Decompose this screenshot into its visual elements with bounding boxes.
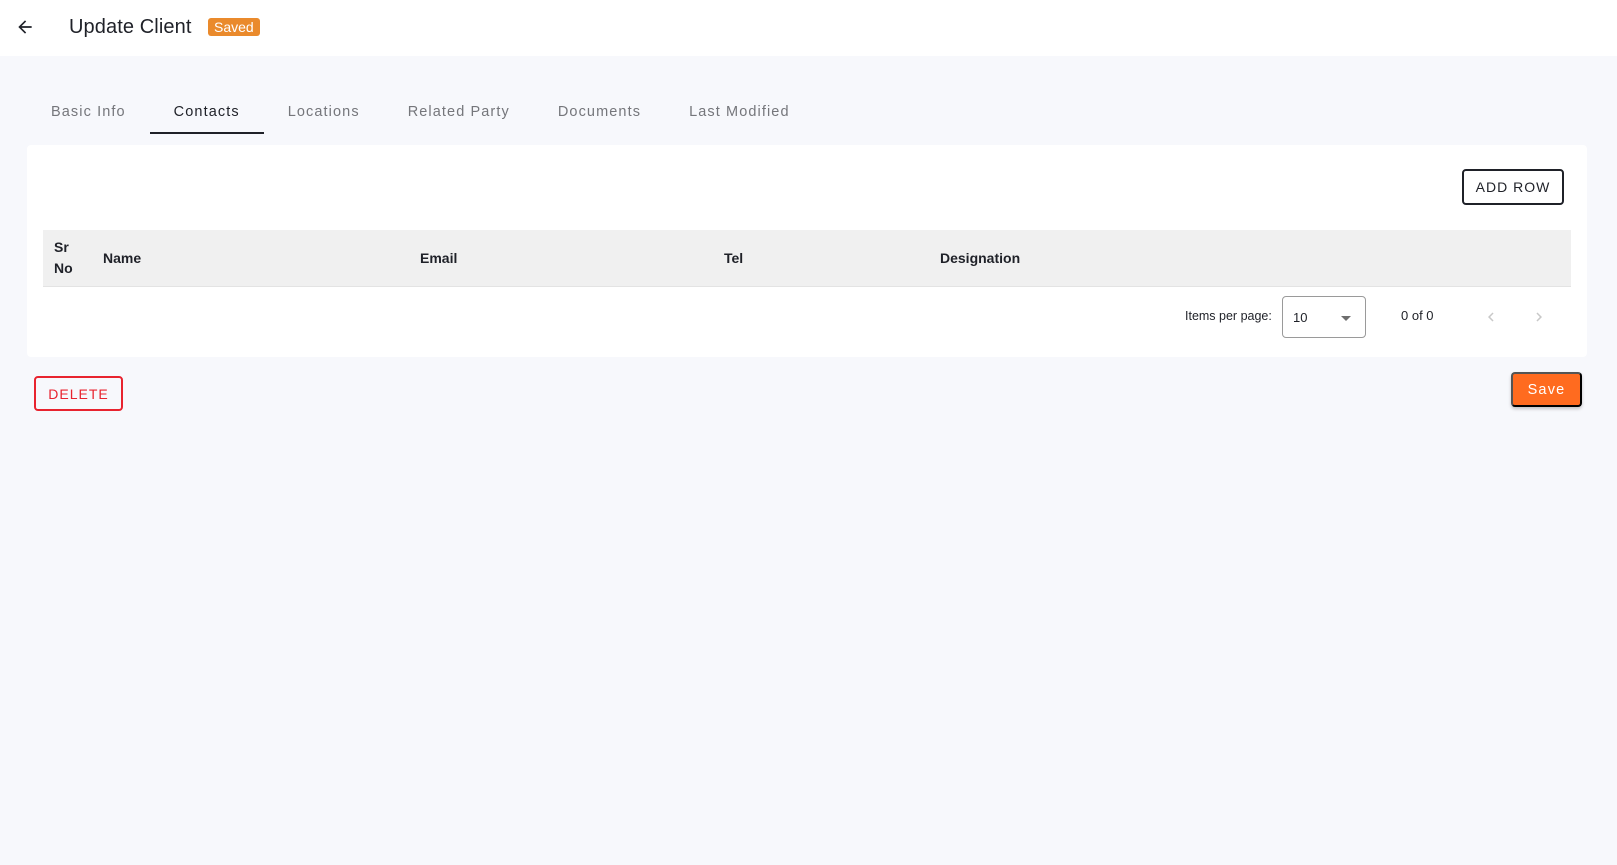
tab-related-party[interactable]: Related Party [384, 90, 534, 134]
next-page-button[interactable] [1523, 301, 1555, 333]
tab-documents[interactable]: Documents [534, 90, 665, 134]
items-per-page-value: 10 [1293, 310, 1308, 325]
tab-locations[interactable]: Locations [264, 90, 384, 134]
chevron-left-icon [1488, 312, 1494, 322]
column-header-sr-no[interactable]: Sr No [54, 230, 84, 286]
save-button[interactable]: Save [1511, 372, 1582, 407]
paginator: Items per page: 10 0 of 0 [27, 295, 1587, 339]
page-title: Update Client [69, 16, 192, 38]
add-row-button[interactable]: ADD ROW [1462, 169, 1564, 205]
status-badge: Saved [208, 18, 260, 36]
top-bar: Update Client Saved [0, 0, 1617, 56]
column-header-email[interactable]: Email [420, 230, 457, 286]
items-per-page-select[interactable]: 10 [1282, 296, 1366, 338]
tab-contacts[interactable]: Contacts [149, 90, 264, 134]
dropdown-caret-icon [1341, 316, 1351, 321]
chevron-right-icon [1536, 312, 1542, 322]
back-button[interactable] [12, 14, 38, 40]
previous-page-button[interactable] [1475, 301, 1507, 333]
tab-bar: Basic Info Contacts Locations Related Pa… [27, 90, 814, 134]
tab-basic-info[interactable]: Basic Info [27, 90, 150, 134]
arrow-left-icon [18, 20, 32, 34]
contacts-table-header: Sr No Name Email Tel Designation [43, 230, 1571, 287]
column-header-tel[interactable]: Tel [724, 230, 743, 286]
delete-button[interactable]: DELETE [34, 376, 123, 411]
contacts-card: ADD ROW Sr No Name Email Tel Designation… [27, 145, 1587, 357]
items-per-page-label: Items per page: [1185, 309, 1272, 323]
range-label: 0 of 0 [1401, 308, 1434, 323]
column-header-name[interactable]: Name [103, 230, 141, 286]
column-header-designation[interactable]: Designation [940, 230, 1020, 286]
tab-last-modified[interactable]: Last Modified [665, 90, 814, 134]
